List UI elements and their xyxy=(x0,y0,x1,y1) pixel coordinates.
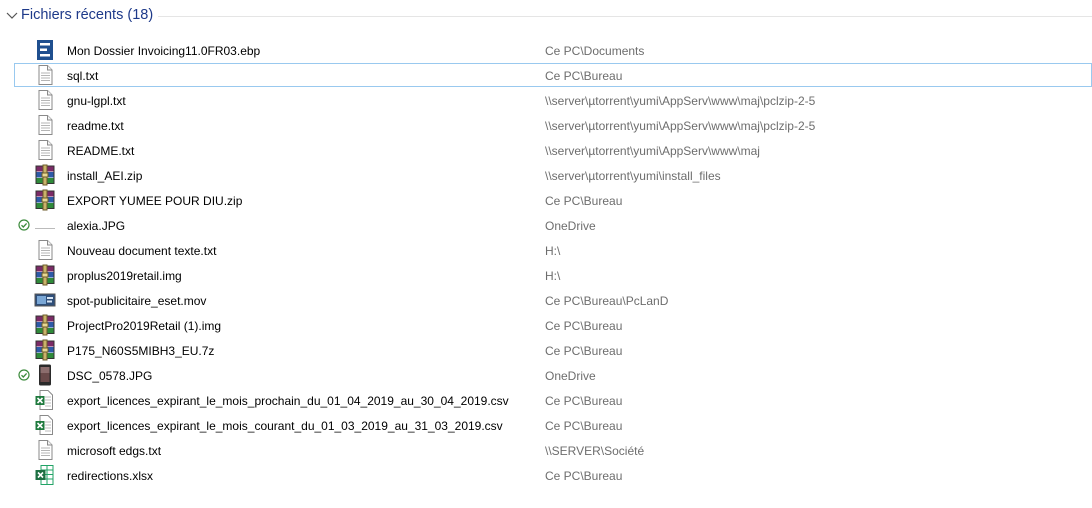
file-name[interactable]: ProjectPro2019Retail (1).img xyxy=(67,319,221,333)
file-row[interactable]: proplus2019retail.img H:\ xyxy=(0,263,1092,288)
winrar-archive-icon xyxy=(34,339,56,361)
sync-status-icon xyxy=(18,344,30,356)
sync-status-icon xyxy=(18,69,30,81)
file-name[interactable]: microsoft edgs.txt xyxy=(67,444,161,458)
onedrive-synced-check-icon xyxy=(18,369,30,381)
group-title: Fichiers récents (18) xyxy=(21,7,154,23)
file-name[interactable]: readme.txt xyxy=(67,119,124,133)
winrar-archive-icon xyxy=(34,189,56,211)
excel-csv-icon xyxy=(34,389,56,411)
image-thumbnail-icon xyxy=(34,214,56,236)
file-row[interactable]: ProjectPro2019Retail (1).img Ce PC\Burea… xyxy=(0,313,1092,338)
file-list: Mon Dossier Invoicing11.0FR03.ebp Ce PC\… xyxy=(0,38,1092,488)
file-name[interactable]: P175_N60S5MIBH3_EU.7z xyxy=(67,344,214,358)
winrar-archive-icon xyxy=(34,314,56,336)
file-location: Ce PC\Bureau xyxy=(545,394,623,408)
file-location: OneDrive xyxy=(545,219,596,233)
file-row[interactable]: Mon Dossier Invoicing11.0FR03.ebp Ce PC\… xyxy=(0,38,1092,63)
sync-status-icon xyxy=(18,419,30,431)
file-row[interactable]: P175_N60S5MIBH3_EU.7z Ce PC\Bureau xyxy=(0,338,1092,363)
text-file-icon xyxy=(34,114,56,136)
file-location: \\server\µtorrent\yumi\AppServ\www\maj\p… xyxy=(545,119,816,133)
file-location: Ce PC\Bureau xyxy=(545,194,623,208)
video-thumbnail-icon xyxy=(34,289,56,311)
file-name[interactable]: spot-publicitaire_eset.mov xyxy=(67,294,206,308)
file-name[interactable]: EXPORT YUMEE POUR DIU.zip xyxy=(67,194,242,208)
file-name[interactable]: sql.txt xyxy=(67,69,98,83)
file-row[interactable]: EXPORT YUMEE POUR DIU.zip Ce PC\Bureau xyxy=(0,188,1092,213)
text-file-icon xyxy=(34,439,56,461)
file-name[interactable]: Nouveau document texte.txt xyxy=(67,244,216,258)
file-row[interactable]: Nouveau document texte.txt H:\ xyxy=(0,238,1092,263)
file-name[interactable]: gnu-lgpl.txt xyxy=(67,94,126,108)
file-name[interactable]: redirections.xlsx xyxy=(67,469,153,483)
file-name[interactable]: proplus2019retail.img xyxy=(67,269,182,283)
file-row[interactable]: gnu-lgpl.txt \\server\µtorrent\yumi\AppS… xyxy=(0,88,1092,113)
file-name[interactable]: export_licences_expirant_le_mois_prochai… xyxy=(67,394,509,408)
text-file-icon xyxy=(34,239,56,261)
sync-status-icon xyxy=(18,444,30,456)
sync-status-icon xyxy=(18,94,30,106)
file-location: Ce PC\Bureau xyxy=(545,469,623,483)
file-location: Ce PC\Bureau xyxy=(545,69,623,83)
file-name[interactable]: DSC_0578.JPG xyxy=(67,369,152,383)
winrar-archive-icon xyxy=(34,164,56,186)
file-row[interactable]: redirections.xlsx Ce PC\Bureau xyxy=(0,463,1092,488)
file-name[interactable]: alexia.JPG xyxy=(67,219,125,233)
file-row[interactable]: export_licences_expirant_le_mois_prochai… xyxy=(0,388,1092,413)
excel-xlsx-icon xyxy=(34,464,56,486)
file-row[interactable]: readme.txt \\server\µtorrent\yumi\AppSer… xyxy=(0,113,1092,138)
file-row[interactable]: README.txt \\server\µtorrent\yumi\AppSer… xyxy=(0,138,1092,163)
file-location: OneDrive xyxy=(545,369,596,383)
file-name[interactable]: Mon Dossier Invoicing11.0FR03.ebp xyxy=(67,44,260,58)
sync-status-icon xyxy=(18,119,30,131)
sync-status-icon xyxy=(18,169,30,181)
file-row[interactable]: microsoft edgs.txt \\SERVER\Société xyxy=(0,438,1092,463)
file-row[interactable]: export_licences_expirant_le_mois_courant… xyxy=(0,413,1092,438)
file-location: Ce PC\Documents xyxy=(545,44,645,58)
ebp-icon xyxy=(34,39,56,61)
file-row[interactable]: install_AEI.zip \\server\µtorrent\yumi\i… xyxy=(0,163,1092,188)
file-location: H:\ xyxy=(545,269,561,283)
file-location: H:\ xyxy=(545,244,561,258)
sync-status-icon xyxy=(18,44,30,56)
file-location: Ce PC\Bureau xyxy=(545,419,623,433)
file-location: \\server\µtorrent\yumi\install_files xyxy=(545,169,721,183)
sync-status-icon xyxy=(18,319,30,331)
sync-status-icon xyxy=(18,244,30,256)
file-name[interactable]: install_AEI.zip xyxy=(67,169,142,183)
file-location: Ce PC\Bureau xyxy=(545,344,623,358)
file-location: Ce PC\Bureau xyxy=(545,319,623,333)
file-location: \\SERVER\Société xyxy=(545,444,645,458)
winrar-archive-icon xyxy=(34,264,56,286)
file-location: \\server\µtorrent\yumi\AppServ\www\maj\p… xyxy=(545,94,816,108)
recent-files-group-header[interactable]: Fichiers récents (18) xyxy=(0,0,1092,32)
sync-status-icon xyxy=(18,269,30,281)
excel-csv-icon xyxy=(34,414,56,436)
file-name[interactable]: export_licences_expirant_le_mois_courant… xyxy=(67,419,503,433)
file-name[interactable]: README.txt xyxy=(67,144,134,158)
group-divider xyxy=(158,16,1092,17)
sync-status-icon xyxy=(18,194,30,206)
sync-status-icon xyxy=(18,394,30,406)
file-location: \\server\µtorrent\yumi\AppServ\www\maj xyxy=(545,144,760,158)
text-file-icon xyxy=(34,89,56,111)
phone-photo-icon xyxy=(34,364,56,386)
file-row[interactable]: alexia.JPG OneDrive xyxy=(0,213,1092,238)
file-row[interactable]: sql.txt Ce PC\Bureau xyxy=(0,63,1092,88)
onedrive-synced-check-icon xyxy=(18,219,30,231)
sync-status-icon xyxy=(18,294,30,306)
text-file-icon xyxy=(34,139,56,161)
file-row[interactable]: DSC_0578.JPG OneDrive xyxy=(0,363,1092,388)
sync-status-icon xyxy=(18,469,30,481)
text-file-icon xyxy=(34,64,56,86)
file-location: Ce PC\Bureau\PcLanD xyxy=(545,294,669,308)
chevron-down-icon[interactable] xyxy=(5,10,19,22)
file-row[interactable]: spot-publicitaire_eset.mov Ce PC\Bureau\… xyxy=(0,288,1092,313)
sync-status-icon xyxy=(18,144,30,156)
